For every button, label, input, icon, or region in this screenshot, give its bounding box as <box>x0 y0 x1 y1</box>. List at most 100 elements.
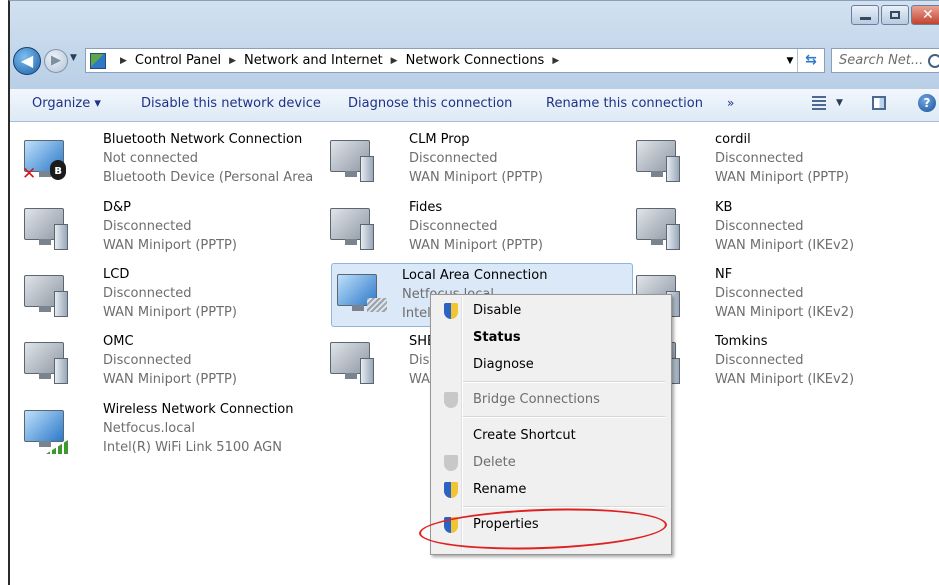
uac-shield-icon <box>444 482 458 498</box>
menu-separator <box>463 381 665 383</box>
disable-device-button[interactable]: Disable this network device <box>141 96 321 111</box>
connection-status: Disconnected <box>715 151 804 166</box>
breadcrumb-separator-icon[interactable]: ▶ <box>552 56 559 66</box>
menu-item-status[interactable]: Status <box>433 326 667 350</box>
breadcrumb-network-and-internet[interactable]: Network and Internet <box>244 53 383 68</box>
back-arrow-icon: ◀ <box>20 51 34 70</box>
address-controls: ▼ ⇆ <box>783 49 824 72</box>
connection-device: WAN Miniport (PPTP) <box>715 170 849 185</box>
menu-item-label: Create Shortcut <box>473 428 576 443</box>
minimize-icon <box>860 17 871 20</box>
connection-cordil[interactable]: cordil Disconnected WAN Miniport (PPTP) <box>630 130 930 194</box>
breadcrumb-control-panel[interactable]: Control Panel <box>135 53 221 68</box>
menu-item-diagnose[interactable]: Diagnose <box>433 353 667 377</box>
connection-nf[interactable]: NF Disconnected WAN Miniport (IKEv2) <box>630 265 930 329</box>
maximize-button[interactable] <box>881 5 909 25</box>
uac-shield-icon <box>444 455 458 471</box>
search-input[interactable]: Search Net... <box>831 48 939 73</box>
menu-item-label: Status <box>473 330 521 345</box>
maximize-icon <box>890 11 900 19</box>
disconnected-x-icon: ✕ <box>22 164 37 184</box>
diagnose-connection-button[interactable]: Diagnose this connection <box>348 96 512 111</box>
wan-miniport-icon <box>54 224 68 250</box>
connection-fides[interactable]: Fides Disconnected WAN Miniport (PPTP) <box>324 198 624 262</box>
close-icon: ✕ <box>922 7 934 23</box>
connection-tomkins[interactable]: Tomkins Disconnected WAN Miniport (IKEv2… <box>630 332 930 396</box>
control-panel-icon <box>90 52 106 69</box>
network-adapter-icon <box>330 140 378 184</box>
address-dropdown-icon[interactable]: ▼ <box>783 56 797 66</box>
forward-arrow-icon: ▶ <box>51 53 61 68</box>
connection-device: WAN Miniport (PPTP) <box>409 170 543 185</box>
refresh-icon[interactable]: ⇆ <box>797 49 824 72</box>
network-adapter-icon <box>636 208 684 252</box>
window-chrome: ✕ ◀ ▶ ▼ ▶ Control Panel ▶ Network and In… <box>10 1 939 89</box>
connection-wireless[interactable]: Wireless Network Connection Netfocus.loc… <box>18 400 318 464</box>
menu-item-create-shortcut[interactable]: Create Shortcut <box>433 424 667 448</box>
connection-status: Not connected <box>103 151 198 166</box>
connection-clm-prop[interactable]: CLM Prop Disconnected WAN Miniport (PPTP… <box>324 130 624 194</box>
forward-button[interactable]: ▶ <box>44 49 68 73</box>
menu-item-label: Disable <box>473 303 522 318</box>
preview-pane-icon[interactable] <box>872 96 886 110</box>
breadcrumb-separator-icon[interactable]: ▶ <box>120 56 127 66</box>
wan-miniport-icon <box>54 291 68 317</box>
explorer-window: ✕ ◀ ▶ ▼ ▶ Control Panel ▶ Network and In… <box>8 0 939 585</box>
connection-device: WAN Miniport (IKEv2) <box>715 372 855 387</box>
breadcrumb-network-connections[interactable]: Network Connections <box>406 53 545 68</box>
menu-item-disable[interactable]: Disable <box>433 299 667 323</box>
back-button[interactable]: ◀ <box>13 47 41 75</box>
organize-button[interactable]: Organize ▾ <box>32 96 101 111</box>
connection-kb[interactable]: KB Disconnected WAN Miniport (IKEv2) <box>630 198 930 262</box>
more-commands-button[interactable]: » <box>727 96 734 110</box>
close-button[interactable]: ✕ <box>911 5 939 25</box>
connection-omc[interactable]: OMC Disconnected WAN Miniport (PPTP) <box>18 332 318 396</box>
breadcrumb-separator-icon[interactable]: ▶ <box>391 56 398 66</box>
uac-shield-icon <box>444 392 458 408</box>
menu-item-delete: Delete <box>433 451 667 475</box>
connection-shee[interactable]: SHEE Disco WAN <box>324 332 434 396</box>
menu-item-bridge-connections: Bridge Connections <box>433 388 667 412</box>
breadcrumb-separator-icon[interactable]: ▶ <box>229 56 236 66</box>
connection-name: NF <box>715 267 733 282</box>
ethernet-cable-icon <box>367 298 387 312</box>
change-view-icon[interactable] <box>812 96 826 110</box>
connection-name: LCD <box>103 267 130 282</box>
connection-status: Disconnected <box>103 353 192 368</box>
bluetooth-icon: ʙ <box>50 160 66 180</box>
menu-item-label: Diagnose <box>473 357 534 372</box>
connection-bluetooth[interactable]: ✕ ʙ Bluetooth Network Connection Not con… <box>18 130 318 194</box>
connection-d-and-p[interactable]: D&P Disconnected WAN Miniport (PPTP) <box>18 198 318 262</box>
search-icon[interactable] <box>928 54 939 68</box>
help-icon[interactable]: ? <box>918 94 936 112</box>
connection-name: cordil <box>715 132 751 147</box>
connection-lcd[interactable]: LCD Disconnected WAN Miniport (PPTP) <box>18 265 318 329</box>
recent-pages-dropdown[interactable]: ▼ <box>70 53 77 63</box>
menu-item-label: Rename <box>473 482 527 497</box>
connection-device: Bluetooth Device (Personal Area ... <box>103 170 318 185</box>
menu-item-rename[interactable]: Rename <box>433 478 667 502</box>
connection-status: Netfocus.local <box>103 421 195 436</box>
connection-name: D&P <box>103 200 131 215</box>
command-bar: Organize ▾ Disable this network device D… <box>10 89 939 122</box>
rename-connection-button[interactable]: Rename this connection <box>546 96 703 111</box>
connection-status: Disconnected <box>103 219 192 234</box>
network-adapter-icon <box>337 274 387 318</box>
connection-device: WAN Miniport (IKEv2) <box>715 305 855 320</box>
network-adapter-icon <box>330 208 378 252</box>
connection-name: Local Area Connection <box>402 268 548 283</box>
wan-miniport-icon <box>360 358 374 384</box>
connection-device: WAN Miniport (PPTP) <box>103 238 237 253</box>
connection-name: KB <box>715 200 733 215</box>
menu-separator <box>463 416 665 418</box>
minimize-button[interactable] <box>851 5 879 25</box>
wan-miniport-icon <box>360 224 374 250</box>
network-adapter-icon <box>24 410 72 454</box>
view-dropdown-icon[interactable]: ▼ <box>836 98 843 108</box>
connection-name: CLM Prop <box>409 132 470 147</box>
menu-item-label: Delete <box>473 455 516 470</box>
connection-status: Disconnected <box>715 219 804 234</box>
connection-name: Fides <box>409 200 443 215</box>
network-adapter-icon <box>636 140 684 184</box>
address-bar[interactable]: ▶ Control Panel ▶ Network and Internet ▶… <box>85 48 825 73</box>
